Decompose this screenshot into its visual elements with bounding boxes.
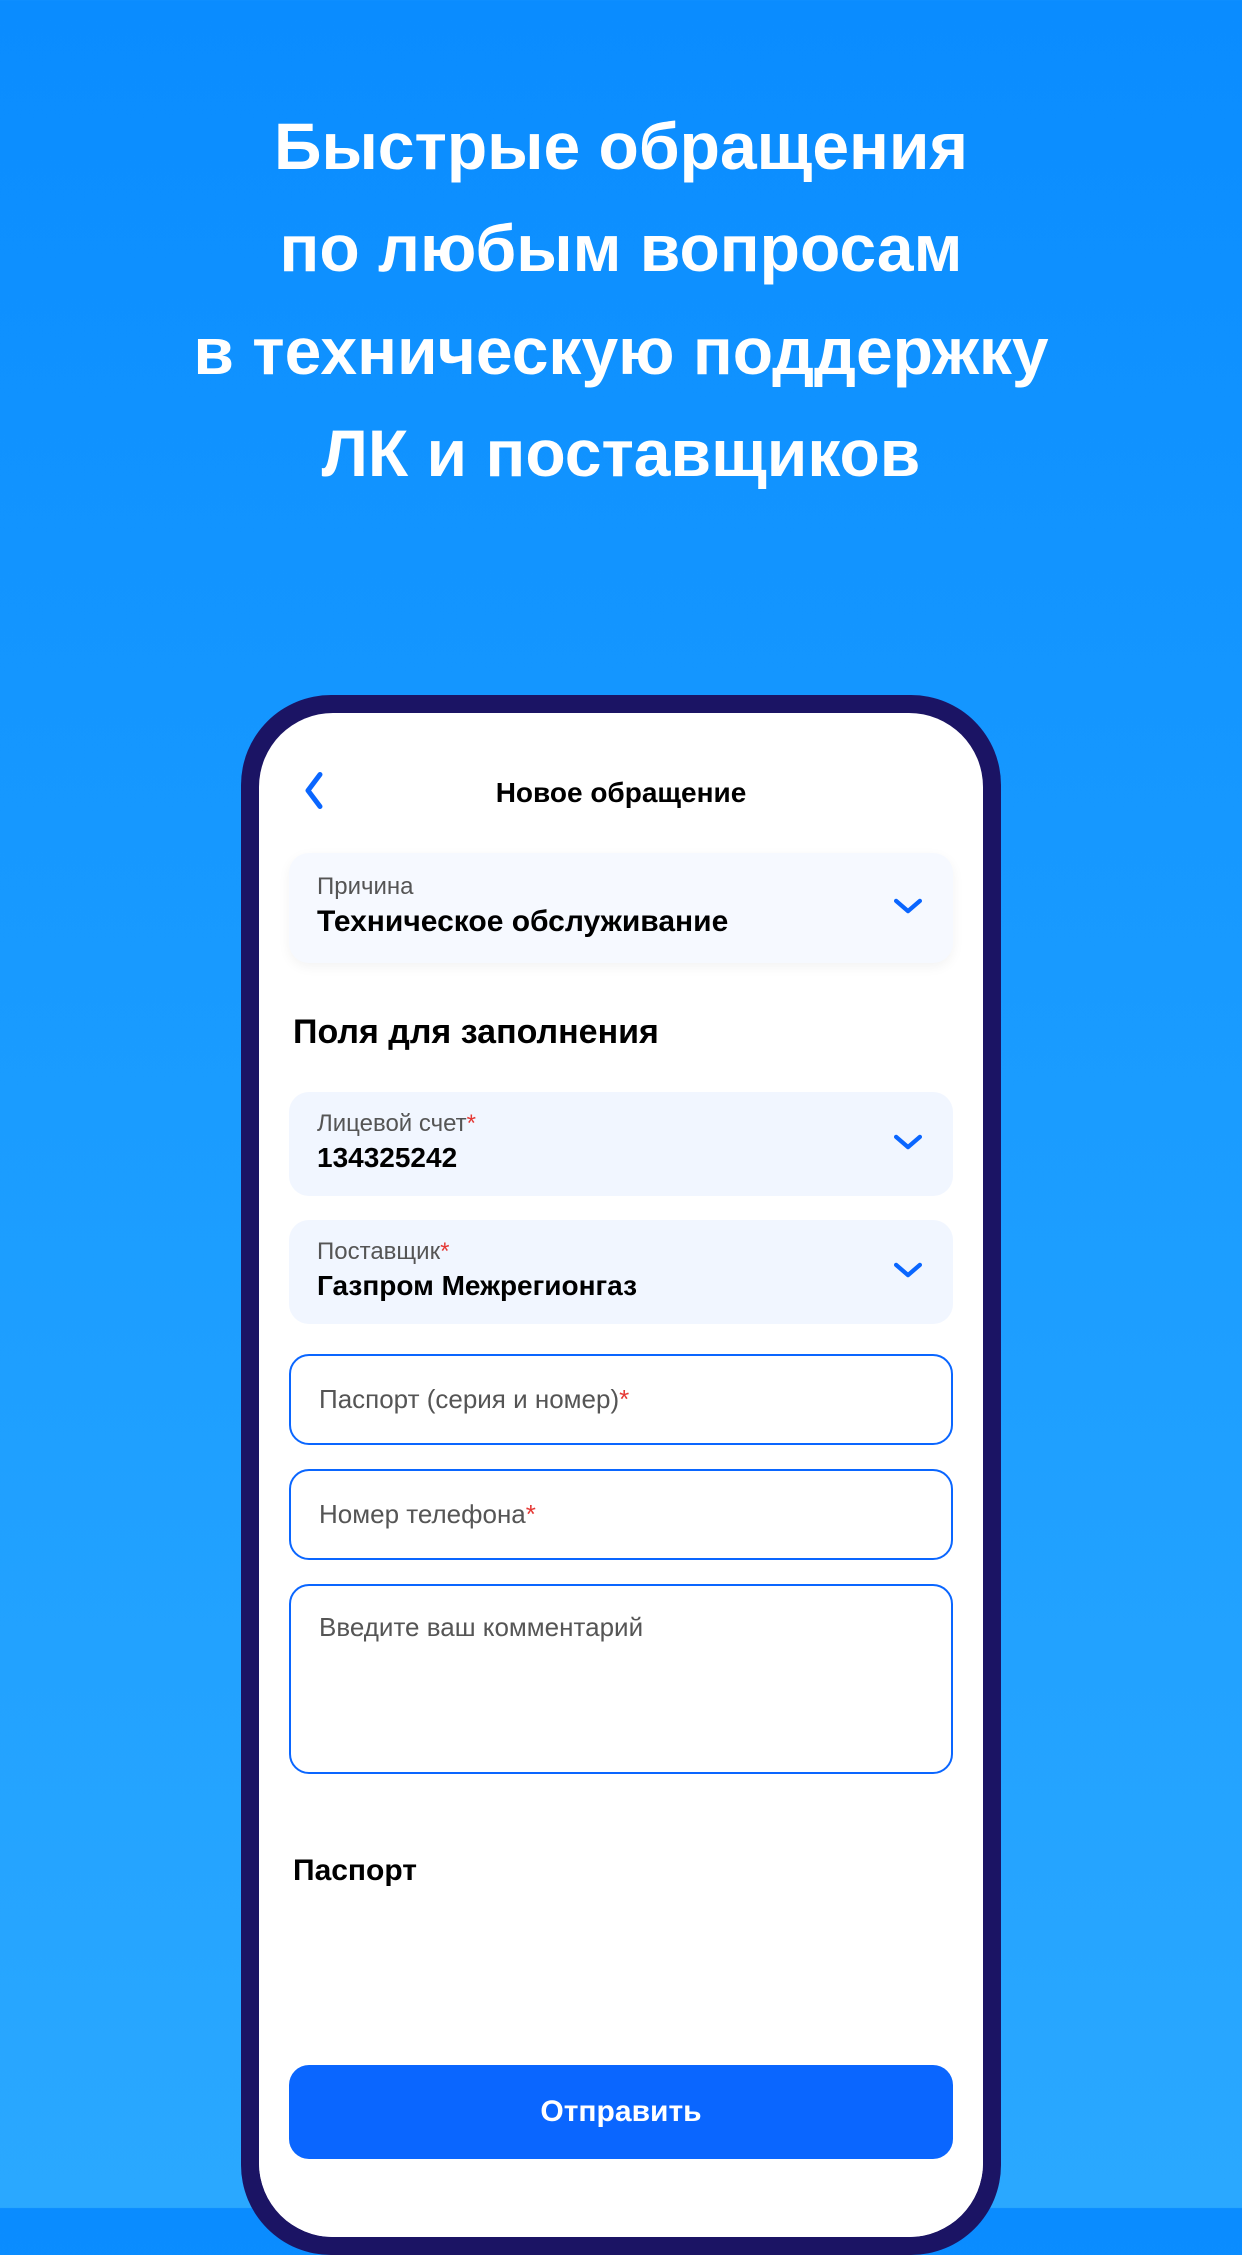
passport-section-label: Паспорт xyxy=(293,1854,953,1888)
phone-screen: Новое обращение Причина Техническое обсл… xyxy=(259,713,983,2237)
phone-input[interactable]: Номер телефона* xyxy=(289,1469,953,1560)
page-title: Новое обращение xyxy=(496,777,747,809)
reason-label: Причина xyxy=(317,873,891,901)
reason-value: Техническое обслуживание xyxy=(317,905,891,939)
supplier-select[interactable]: Поставщик* Газпром Межрегионгаз xyxy=(289,1220,953,1324)
account-value: 134325242 xyxy=(317,1142,891,1174)
navigation-bar: Новое обращение xyxy=(259,763,983,823)
passport-input[interactable]: Паспорт (серия и номер)* xyxy=(289,1354,953,1445)
submit-button[interactable]: Отправить xyxy=(289,2065,953,2159)
chevron-down-icon xyxy=(891,1253,925,1287)
reason-select[interactable]: Причина Техническое обслуживание xyxy=(289,853,953,963)
phone-device-frame: Новое обращение Причина Техническое обсл… xyxy=(241,695,1001,2255)
fields-section-title: Поля для заполнения xyxy=(293,1013,953,1052)
back-button[interactable] xyxy=(299,771,329,816)
chevron-down-icon xyxy=(891,889,925,923)
supplier-label: Поставщик* xyxy=(317,1238,891,1266)
account-select[interactable]: Лицевой счет* 134325242 xyxy=(289,1092,953,1196)
account-label: Лицевой счет* xyxy=(317,1110,891,1138)
promo-line-4: ЛК и поставщиков xyxy=(0,402,1242,504)
comment-textarea[interactable]: Введите ваш комментарий xyxy=(289,1584,953,1774)
submit-bar: Отправить xyxy=(259,2049,983,2237)
chevron-down-icon xyxy=(891,1125,925,1159)
promo-line-3: в техническую поддержку xyxy=(0,300,1242,402)
promo-line-2: по любым вопросам xyxy=(0,197,1242,299)
chevron-left-icon xyxy=(299,771,329,811)
promo-line-1: Быстрые обращения xyxy=(0,95,1242,197)
supplier-value: Газпром Межрегионгаз xyxy=(317,1270,891,1302)
promo-heading: Быстрые обращения по любым вопросам в те… xyxy=(0,0,1242,504)
